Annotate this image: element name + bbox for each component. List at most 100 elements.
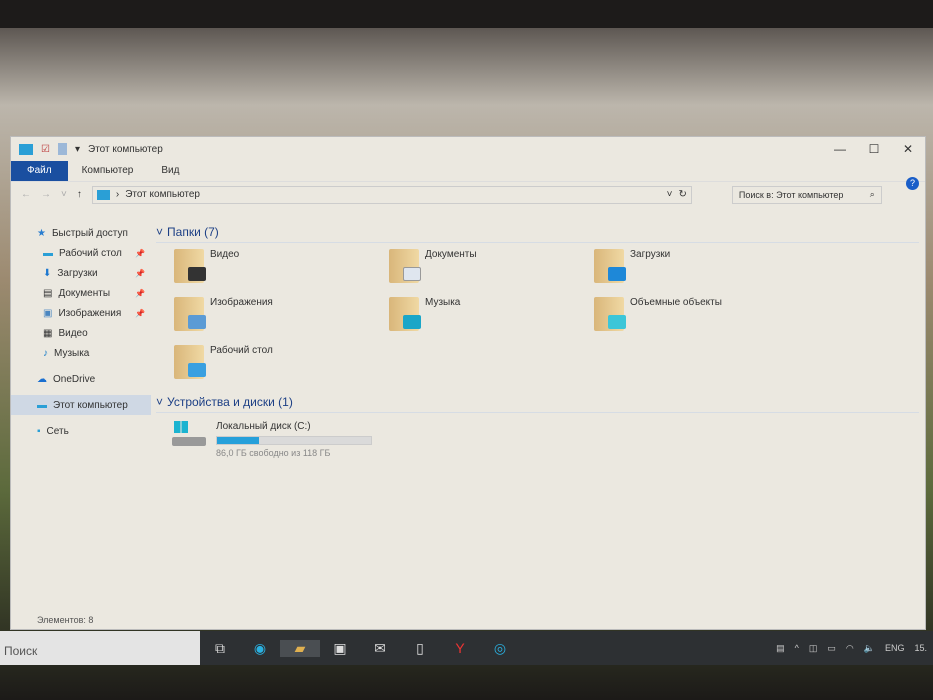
recent-dropdown-icon[interactable]: ˅: [61, 189, 67, 200]
help-icon[interactable]: ?: [906, 177, 919, 190]
pin-icon[interactable]: 📌: [135, 309, 145, 318]
nav-desktop[interactable]: ▬ Рабочий стол 📌: [11, 243, 151, 263]
nav-images[interactable]: ▣ Изображения 📌: [11, 303, 151, 323]
downloads-folder-icon: [594, 249, 626, 283]
folder-item[interactable]: Объемные объекты: [594, 297, 794, 337]
nav-music[interactable]: ♪ Музыка: [11, 343, 151, 363]
minimize-button[interactable]: —: [823, 137, 857, 161]
refresh-icon[interactable]: ↻: [678, 189, 690, 200]
desktop-folder-icon: [174, 345, 206, 379]
volume-icon[interactable]: 🔈: [864, 643, 875, 654]
nav-quick-access[interactable]: ★ Быстрый доступ: [11, 223, 151, 243]
drive-usage-bar: [216, 436, 372, 445]
pin-icon[interactable]: 📌: [135, 269, 145, 278]
address-input[interactable]: › Этот компьютер ˅ ↻: [91, 185, 692, 204]
drives-group-header[interactable]: ˅ Устройства и диски (1): [156, 391, 919, 413]
pin-icon[interactable]: 📌: [135, 249, 145, 258]
window-title: Этот компьютер: [88, 143, 163, 155]
video-folder-icon: [174, 249, 206, 283]
search-input[interactable]: Поиск в: Этот компьютер ⌕: [731, 185, 882, 204]
breadcrumb-chevron-icon: ›: [115, 189, 120, 200]
computer-icon: [96, 189, 110, 200]
cloud-icon: ☁: [37, 373, 47, 385]
search-icon[interactable]: ⌕: [870, 189, 875, 200]
windows-drive-icon: [172, 421, 208, 449]
nav-this-pc[interactable]: ▬ Этот компьютер: [11, 395, 151, 415]
ribbon-tabs: Файл Компьютер Вид: [11, 161, 925, 181]
address-bar-row: ← → ˅ ↑ › Этот компьютер ˅ ↻ Поиск в: Эт…: [11, 181, 925, 207]
clock[interactable]: 15.: [914, 643, 927, 654]
navigation-pane: ★ Быстрый доступ ▬ Рабочий стол 📌 ⬇ Загрузки…: [11, 223, 151, 441]
folders-group-header[interactable]: ˅ Папки (7): [156, 221, 919, 243]
wifi-icon[interactable]: ◠: [846, 643, 854, 654]
title-bar: ☑ ▾ Этот компьютер: [11, 137, 925, 161]
nav-onedrive[interactable]: ☁ OneDrive: [11, 369, 151, 389]
battery-icon[interactable]: ▭: [827, 643, 836, 654]
tab-view[interactable]: Вид: [147, 161, 193, 181]
breadcrumb[interactable]: Этот компьютер: [125, 189, 200, 200]
system-tray: ▤ ^ ◫ ▭ ◠ 🔈 ENG 15.: [776, 643, 933, 654]
yandex-browser-icon[interactable]: Y: [440, 640, 480, 656]
address-dropdown-icon[interactable]: ˅: [667, 189, 673, 200]
folders-grid: Видео Документы Загрузки Изображения Муз…: [156, 243, 919, 391]
forward-icon[interactable]: →: [41, 189, 51, 200]
folder-item[interactable]: Документы: [389, 249, 594, 289]
documents-folder-icon: [389, 249, 421, 283]
chevron-down-icon: ˅: [156, 224, 164, 239]
file-explorer-icon[interactable]: ▰: [280, 639, 320, 657]
media-app-icon[interactable]: ◎: [480, 640, 520, 657]
back-icon[interactable]: ←: [21, 189, 31, 200]
computer-icon: ▬: [37, 399, 47, 411]
document-icon: ▤: [43, 287, 53, 299]
close-button[interactable]: ✕: [891, 137, 925, 161]
drive-name: Локальный диск (C:): [216, 421, 311, 432]
computer-icon: [19, 143, 33, 155]
tab-file[interactable]: Файл: [11, 161, 68, 181]
folder-item[interactable]: Видео: [174, 249, 389, 289]
music-icon: ♪: [43, 347, 48, 359]
network-icon: ▪: [37, 425, 41, 437]
chevron-down-icon: ˅: [156, 394, 164, 409]
taskbar-search[interactable]: Поиск: [0, 631, 200, 665]
desktop-icon: ▬: [43, 247, 53, 259]
screen-bezel: [0, 0, 933, 28]
news-widget-icon[interactable]: ▤: [776, 643, 785, 654]
tab-computer[interactable]: Компьютер: [68, 161, 148, 181]
folder-item[interactable]: Загрузки: [594, 249, 794, 289]
nav-video[interactable]: ▦ Видео: [11, 323, 151, 343]
task-view-icon[interactable]: ⧉: [200, 640, 240, 657]
maximize-button[interactable]: ☐: [857, 137, 891, 161]
store-icon[interactable]: ▣: [320, 640, 360, 657]
properties-icon[interactable]: ☑: [41, 144, 50, 155]
taskbar: Поиск ⧉ ◉ ▰ ▣ ✉ ▯ Y ◎ ▤ ^ ◫ ▭ ◠ 🔈 ENG 15…: [0, 631, 933, 665]
search-placeholder: Поиск в: Этот компьютер: [738, 189, 844, 200]
notepad-icon[interactable]: ▯: [400, 640, 440, 657]
3d-objects-folder-icon: [594, 297, 626, 331]
status-bar-item-count: Элементов: 8: [37, 615, 94, 625]
folder-item[interactable]: Рабочий стол: [174, 345, 389, 385]
content-pane: ˅ Папки (7) Видео Документы Загрузки Изоб…: [156, 221, 919, 458]
download-icon: ⬇: [43, 267, 52, 279]
edge-icon[interactable]: ◉: [240, 640, 280, 657]
nav-documents[interactable]: ▤ Документы 📌: [11, 283, 151, 303]
up-icon[interactable]: ↑: [77, 189, 82, 200]
image-icon: ▣: [43, 307, 53, 319]
file-explorer-window: ☑ ▾ Этот компьютер — ☐ ✕ Файл Компьютер …: [10, 136, 926, 630]
camera-icon[interactable]: ◫: [809, 643, 818, 654]
images-folder-icon: [174, 297, 206, 331]
drive-free-space: 86,0 ГБ свободно из 118 ГБ: [216, 448, 331, 458]
folder-item[interactable]: Изображения: [174, 297, 389, 337]
pin-icon[interactable]: 📌: [135, 289, 145, 298]
show-hidden-icons[interactable]: ^: [795, 643, 799, 654]
drive-item[interactable]: Локальный диск (C:) 86,0 ГБ свободно из …: [156, 413, 919, 458]
nav-downloads[interactable]: ⬇ Загрузки 📌: [11, 263, 151, 283]
star-icon: ★: [37, 227, 46, 239]
new-folder-icon[interactable]: [57, 143, 67, 155]
music-folder-icon: [389, 297, 421, 331]
mail-icon[interactable]: ✉: [360, 640, 400, 657]
quick-access-dropdown-icon[interactable]: ▾: [75, 144, 80, 155]
video-icon: ▦: [43, 327, 53, 339]
folder-item[interactable]: Музыка: [389, 297, 594, 337]
language-indicator[interactable]: ENG: [885, 643, 905, 654]
nav-network[interactable]: ▪ Сеть: [11, 421, 151, 441]
